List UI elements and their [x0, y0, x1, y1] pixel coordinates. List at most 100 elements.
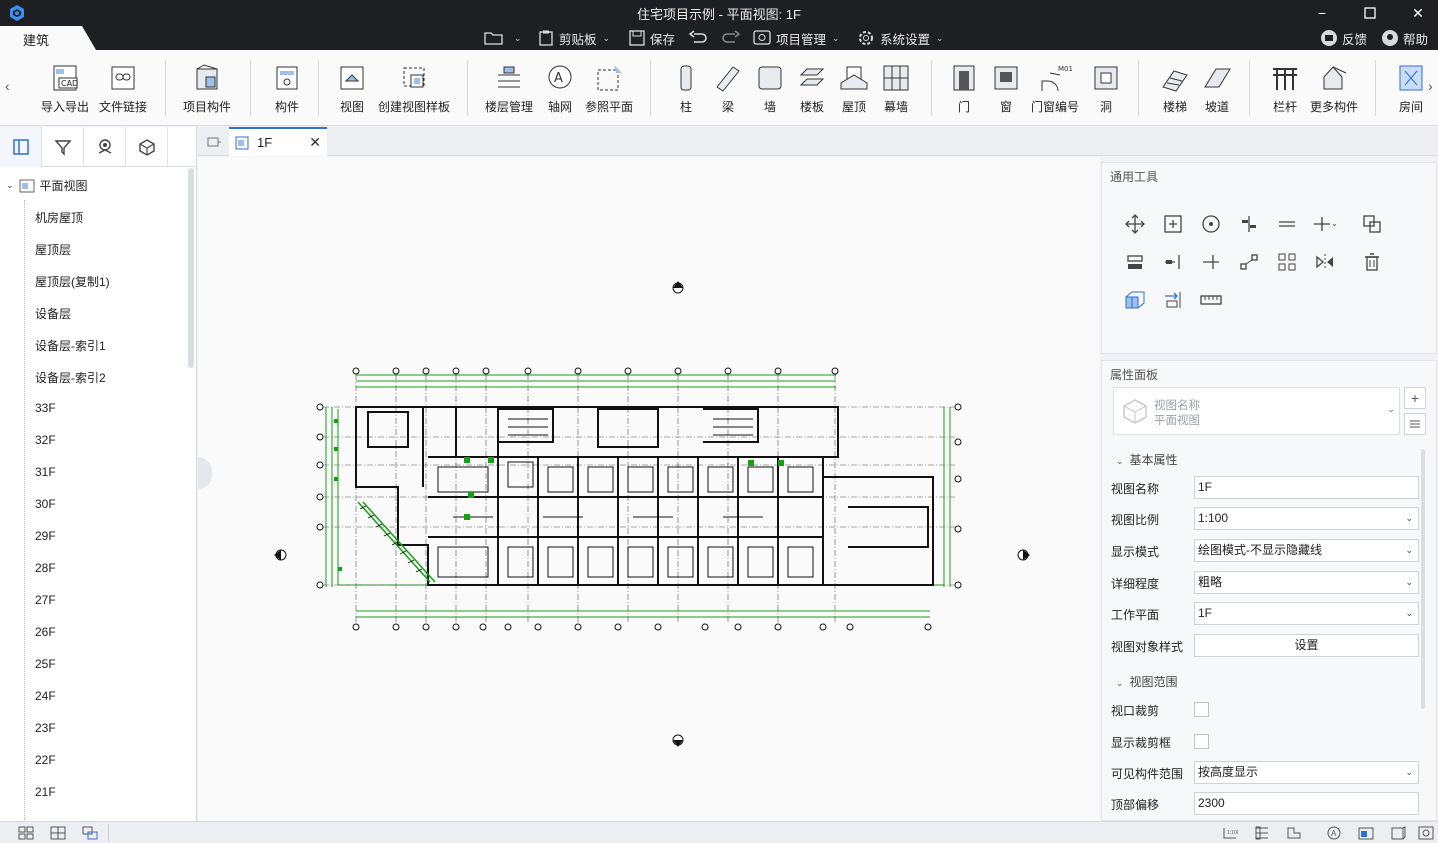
copy-tool[interactable]	[1160, 211, 1186, 237]
split-tool[interactable]: ⌄	[1312, 211, 1338, 237]
group-tool[interactable]	[1274, 249, 1300, 275]
column-button[interactable]: 柱	[669, 62, 703, 115]
roof-button[interactable]: 屋顶	[837, 62, 871, 115]
door-button[interactable]: 门	[947, 62, 981, 115]
top-offset-field[interactable]: 2300	[1194, 792, 1419, 815]
beam-button[interactable]: 梁	[711, 62, 745, 115]
move-tool[interactable]	[1122, 211, 1148, 237]
tab-architecture-label[interactable]: 建筑	[23, 30, 49, 49]
more-components-button[interactable]: 更多构件	[1310, 62, 1358, 115]
railing-button[interactable]: 栏杆	[1268, 62, 1302, 115]
tree-item[interactable]: 机房屋顶	[35, 209, 83, 226]
elevation-marker-icon[interactable]	[274, 549, 287, 561]
connect-tool[interactable]	[1236, 249, 1262, 275]
ribbon-scroll-left-icon[interactable]: ‹	[5, 78, 10, 94]
elevation-marker-icon[interactable]	[1017, 549, 1030, 561]
tree-item[interactable]: 设备层	[35, 305, 71, 322]
close-tab-icon[interactable]: ✕	[309, 134, 321, 151]
mirror-tool[interactable]	[1312, 249, 1338, 275]
extend-tool[interactable]	[1160, 249, 1186, 275]
tree-item[interactable]: 24F	[35, 689, 56, 703]
viewport-crop-checkbox[interactable]	[1194, 702, 1209, 717]
wall-button[interactable]: 墙	[753, 62, 787, 115]
import-export-button[interactable]: CAD 导入导出	[41, 62, 89, 115]
tree-scrollbar[interactable]	[188, 168, 194, 368]
drawing-canvas[interactable]	[198, 157, 1100, 821]
window-button[interactable]: 窗	[989, 62, 1023, 115]
trim-tool[interactable]	[1122, 249, 1148, 275]
tree-item[interactable]: 29F	[35, 529, 56, 543]
offset-tool[interactable]	[1274, 211, 1300, 237]
elevation-marker-icon[interactable]	[672, 281, 684, 294]
tree-item[interactable]: 25F	[35, 657, 56, 671]
visible-range-select[interactable]: 按高度显示 ⌄	[1194, 761, 1419, 784]
floor-slab-button[interactable]: 楼板	[795, 62, 829, 115]
tree-item[interactable]: 22F	[35, 753, 56, 767]
ramp-button[interactable]: 坡道	[1200, 62, 1234, 115]
tree-item[interactable]: 21F	[35, 785, 56, 799]
minimize-button[interactable]: −	[1302, 2, 1342, 24]
tree-item[interactable]: 设备层-索引1	[35, 337, 106, 354]
measure-tool[interactable]	[1198, 287, 1224, 313]
3d-view-tool[interactable]	[1122, 287, 1148, 313]
room-button[interactable]: 房间	[1394, 62, 1428, 115]
ribbon-scroll-right-icon[interactable]: ›	[1428, 78, 1433, 94]
tree-item[interactable]: 30F	[35, 497, 56, 511]
tree-item[interactable]: 33F	[35, 401, 56, 415]
work-plane-icon[interactable]	[1286, 826, 1302, 840]
zoom-fit-icon[interactable]	[1418, 826, 1434, 840]
tree-item[interactable]: 27F	[35, 593, 56, 607]
elevation-marker-icon[interactable]	[672, 734, 684, 747]
cascade-views-icon[interactable]	[82, 826, 98, 840]
tab-1f[interactable]: 1F ✕	[229, 127, 327, 156]
section-basic-properties[interactable]: ⌄ 基本属性	[1116, 451, 1178, 468]
break-tool[interactable]	[1198, 249, 1224, 275]
view-button[interactable]: 视图	[335, 62, 369, 115]
add-view-type-button[interactable]: +	[1404, 387, 1426, 409]
tab-views[interactable]	[0, 127, 42, 167]
properties-scrollbar[interactable]	[1421, 449, 1425, 709]
tab-models[interactable]	[126, 127, 168, 167]
component-button[interactable]: 构件	[270, 62, 304, 115]
edit-type-button[interactable]	[1404, 413, 1426, 435]
tab-families[interactable]	[84, 127, 126, 167]
show-crop-box-checkbox[interactable]	[1194, 734, 1209, 749]
save-button[interactable]: 保存	[628, 27, 675, 49]
reference-plane-button[interactable]: 参照平面	[585, 62, 633, 115]
work-plane-select[interactable]: 1F ⌄	[1194, 602, 1419, 625]
help-button[interactable]: 帮助	[1381, 27, 1428, 49]
tree-item[interactable]: 26F	[35, 625, 56, 639]
door-window-numbering-button[interactable]: M01 门窗编号	[1031, 62, 1079, 115]
rotate-tool[interactable]	[1198, 211, 1224, 237]
clipboard-button[interactable]: 剪贴板 ⌄	[537, 27, 610, 49]
scale-icon[interactable]: 1:100	[1222, 826, 1238, 840]
object-style-settings-button[interactable]: 设置	[1194, 634, 1419, 657]
feedback-button[interactable]: 反馈	[1320, 27, 1367, 49]
render-icon[interactable]	[1358, 826, 1374, 840]
project-component-button[interactable]: 项目构件	[183, 62, 231, 115]
create-view-template-button[interactable]: 创建视图样板	[378, 62, 450, 115]
tree-item[interactable]: 23F	[35, 721, 56, 735]
curtain-wall-button[interactable]: 幕墙	[879, 62, 913, 115]
visual-style-icon[interactable]	[1390, 826, 1406, 840]
detail-level-icon[interactable]	[1254, 826, 1270, 840]
tree-item[interactable]: 32F	[35, 433, 56, 447]
maximize-button[interactable]	[1350, 2, 1390, 24]
redo-button[interactable]	[720, 27, 744, 49]
tree-item[interactable]: 31F	[35, 465, 56, 479]
view-scale-select[interactable]: 1:100 ⌄	[1194, 507, 1419, 530]
view-name-field[interactable]: 1F	[1194, 476, 1419, 499]
collapse-icon[interactable]: ⌄	[6, 180, 14, 191]
display-mode-select[interactable]: 绘图模式-不显示隐藏线 ⌄	[1194, 539, 1419, 562]
system-settings-button[interactable]: 系统设置 ⌄	[856, 27, 944, 49]
view-type-selector[interactable]: 视图名称 平面视图 ⌄	[1113, 387, 1400, 435]
measure-align-tool[interactable]	[1160, 287, 1186, 313]
detail-level-select[interactable]: 粗略 ⌄	[1194, 571, 1419, 594]
tab-filter[interactable]	[42, 127, 84, 167]
tree-item[interactable]: 设备层-索引2	[35, 369, 106, 386]
section-view-range[interactable]: ⌄ 视图范围	[1116, 673, 1178, 690]
tile-horizontal-icon[interactable]	[50, 826, 66, 840]
project-management-button[interactable]: 项目管理 ⌄	[752, 27, 840, 49]
align-tool[interactable]	[1236, 211, 1262, 237]
tree-item[interactable]: 屋顶层	[35, 241, 71, 258]
